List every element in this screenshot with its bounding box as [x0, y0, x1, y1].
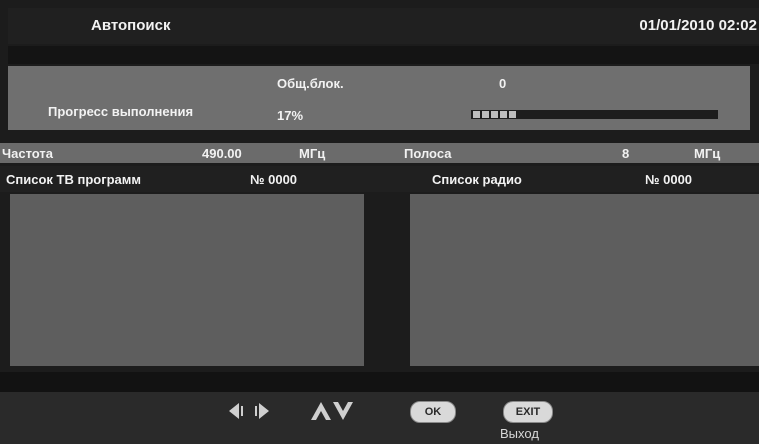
progress-segment [482, 111, 489, 118]
progress-segment [509, 111, 516, 118]
exit-caption: Выход [500, 426, 539, 441]
radio-list-label: Список радио [432, 172, 522, 187]
progress-panel: Общ.блок. 0 Прогресс выполнения 17% [8, 66, 750, 130]
tv-channel-list[interactable] [10, 194, 364, 366]
list-header-row: Список ТВ программ № 0000 Список радио №… [0, 166, 759, 192]
frequency-value: 490.00 [202, 146, 242, 161]
blocks-label: Общ.блок. [277, 76, 344, 91]
band-value: 8 [622, 146, 630, 161]
footer-bar [0, 392, 759, 444]
progress-segment [491, 111, 498, 118]
header-bar: Автопоиск 01/01/2010 02:02 [8, 8, 759, 44]
frequency-unit: МГц [299, 146, 326, 161]
radio-channel-list[interactable] [410, 194, 759, 366]
progress-segment [500, 111, 507, 118]
autosearch-screen: Автопоиск 01/01/2010 02:02 Общ.блок. 0 П… [0, 0, 759, 444]
datetime: 01/01/2010 02:02 [639, 17, 757, 34]
frequency-row: Частота 490.00 МГц Полоса 8 МГц [0, 143, 759, 163]
band-label: Полоса [404, 146, 452, 161]
footer-divider [0, 372, 759, 392]
progress-segment [473, 111, 480, 118]
progress-fill [473, 111, 516, 118]
tv-list-label: Список ТВ программ [6, 172, 142, 187]
band-unit: МГц [694, 146, 721, 161]
progress-value: 17% [277, 108, 304, 123]
tv-list-count: № 0000 [250, 172, 298, 187]
exit-button[interactable]: EXIT [503, 401, 553, 423]
screen-title: Автопоиск [91, 17, 171, 34]
ok-button[interactable]: OK [410, 401, 456, 423]
progress-label: Прогресс выполнения [48, 104, 194, 119]
blocks-value: 0 [499, 76, 507, 91]
header-divider [8, 46, 759, 64]
frequency-label: Частота [2, 146, 54, 161]
left-right-arrows-icon [229, 403, 269, 419]
progress-bar [471, 110, 718, 119]
up-down-arrows-icon [311, 402, 353, 420]
radio-list-count: № 0000 [645, 172, 693, 187]
